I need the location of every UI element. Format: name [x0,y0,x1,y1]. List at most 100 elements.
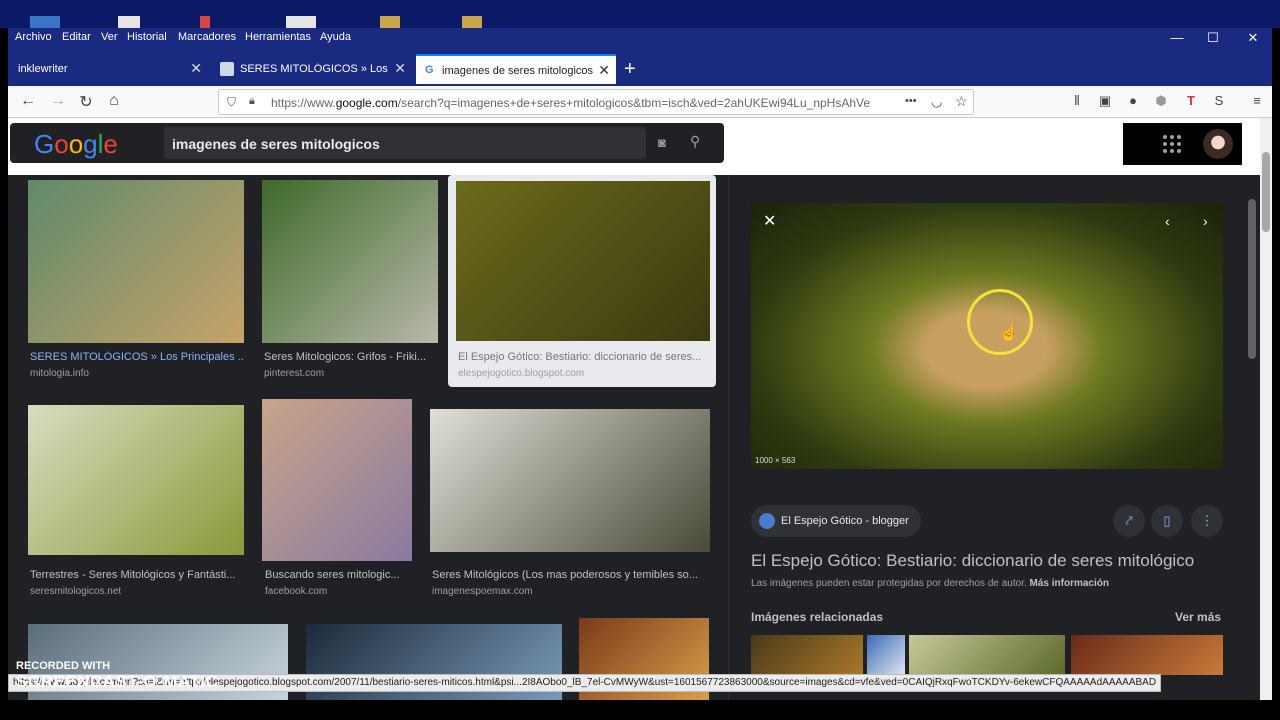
tab-label: inklewriter [18,63,68,75]
watermark-line1: RECORDED WITH [16,660,111,672]
apps-grid-icon[interactable] [1163,135,1181,153]
logo-letter: o [68,129,84,159]
google-logo[interactable]: Google [34,129,118,160]
account-icon[interactable]: ● [1124,93,1142,108]
result-image[interactable] [28,180,244,343]
menu-marcadores[interactable]: Marcadores [178,31,236,43]
page-actions-button[interactable]: ••• [905,95,917,107]
tab-close-icon[interactable]: ✕ [190,60,202,77]
cursor-highlight [967,289,1033,355]
logo-letter: o [54,129,69,159]
navigation-toolbar: ← → ↻ ⌂ ⛉ 🔒︎ https://www.google.com/sear… [8,86,1272,118]
tab-seres-mitologicos[interactable]: SERES MITOLÓGICOS » Los Principales ✕ [212,54,412,84]
result-source[interactable]: elespejogotico.blogspot.com [458,368,708,379]
menu-editar[interactable]: Editar [62,31,91,43]
result-source[interactable]: pinterest.com [264,368,438,379]
chevron-right-icon[interactable]: › [1203,213,1208,229]
menu-ayuda[interactable]: Ayuda [320,31,351,43]
home-button[interactable]: ⌂ [104,92,124,110]
pocket-icon[interactable]: ◡ [931,94,942,110]
search-icon[interactable]: ⚲ [690,133,700,150]
result-image[interactable] [28,405,244,555]
tab-bar: inklewriter ✕ SERES MITOLÓGICOS » Los Pr… [8,48,1272,86]
result-source[interactable]: mitologia.info [30,368,244,379]
globe-icon [759,513,775,529]
panel-scrollbar[interactable] [1248,199,1256,359]
result-title[interactable]: Seres Mitologicos: Grifos - Friki... [264,351,438,363]
library-icon[interactable]: ⫴ [1068,93,1086,109]
forward-button[interactable]: → [48,92,68,110]
related-image[interactable] [751,635,863,675]
google-favicon-icon: G [425,64,434,76]
share-button[interactable]: ⤤ [1113,505,1145,537]
recording-watermark: RECORDED WITH SCREENCAST-O-MATIC [16,660,218,692]
save-bookmark-button[interactable]: ▯ [1151,505,1183,537]
address-bar[interactable]: ⛉ 🔒︎ https://www.google.com/search?q=ima… [218,89,974,115]
extension-s-icon[interactable]: S [1210,93,1228,108]
chevron-left-icon[interactable]: ‹ [1165,213,1170,229]
result-image[interactable] [456,181,710,341]
source-site-chip[interactable]: El Espejo Gótico - blogger [751,505,921,537]
tab-close-icon[interactable]: ✕ [394,60,406,77]
related-image[interactable] [867,635,905,675]
menu-historial[interactable]: Historial [127,31,167,43]
hand-cursor-icon: ☝ [999,325,1019,342]
tab-google-images[interactable]: G imagenes de seres mitologicos ✕ [416,54,616,84]
related-image[interactable] [909,635,1065,675]
browser-window: Archivo Editar Ver Historial Marcadores … [8,28,1272,700]
image-preview-panel: 1000 × 563 ✕ ‹ › ☝ El Espejo Gótico - bl… [728,175,1260,700]
tab-inklewriter[interactable]: inklewriter ✕ [8,54,208,84]
camera-icon[interactable]: ◙ [658,135,666,150]
menu-archivo[interactable]: Archivo [15,31,52,43]
google-images-page: Google imagenes de seres mitologicos ◙ ⚲ [8,118,1260,700]
shield-icon[interactable]: ⛉ [227,95,236,110]
related-image[interactable] [1071,635,1223,675]
close-icon[interactable]: ✕ [763,211,776,231]
url-text: https://www.google.com/search?q=imagenes… [271,96,871,110]
tab-label: imagenes de seres mitologicos [442,65,594,77]
hamburger-menu-icon[interactable]: ≡ [1248,93,1266,108]
image-resolution: 1000 × 563 [755,456,796,465]
lock-icon[interactable]: 🔒︎ [249,95,255,108]
copyright-notice: Las imágenes pueden estar protegidas por… [751,578,1109,589]
extension-t-icon[interactable]: T [1182,93,1200,108]
minimize-button[interactable]: — [1167,30,1187,45]
page-scrollbar[interactable] [1260,118,1272,700]
site-name: El Espejo Gótico - blogger [781,515,909,527]
result-title[interactable]: El Espejo Gótico: Bestiario: diccionario… [458,351,708,363]
result-image[interactable] [262,180,438,343]
more-info-link[interactable]: Más información [1030,578,1109,589]
back-button[interactable]: ← [18,92,38,110]
bookmark-star-icon[interactable]: ☆ [955,93,968,110]
logo-letter: G [34,129,55,159]
reload-button[interactable]: ↻ [76,92,96,112]
menu-herramientas[interactable]: Herramientas [245,31,311,43]
tab-close-icon[interactable]: ✕ [598,62,610,79]
result-title[interactable]: Terrestres - Seres Mitológicos y Fantást… [30,569,244,581]
sidebar-icon[interactable]: ▣ [1096,93,1114,109]
more-options-button[interactable]: ⋮ [1191,505,1223,537]
see-more-link[interactable]: Ver más [1175,610,1221,624]
result-title[interactable]: Seres Mitológicos (Los mas poderosos y t… [432,569,708,581]
result-source[interactable]: imagenespoemax.com [432,586,708,597]
google-header: Google imagenes de seres mitologicos ◙ ⚲ [8,118,1260,175]
new-tab-button[interactable]: + [624,58,636,81]
columns-favicon-icon [220,62,234,76]
extension-shield-icon[interactable]: ⬢ [1152,93,1170,109]
maximize-button[interactable]: ☐ [1203,30,1223,46]
result-image[interactable] [262,399,412,561]
preview-title[interactable]: El Espejo Gótico: Bestiario: diccionario… [751,551,1194,571]
result-source[interactable]: facebook.com [265,586,415,597]
search-input[interactable]: imagenes de seres mitologicos [164,127,646,159]
avatar[interactable] [1203,129,1233,159]
result-image[interactable] [430,409,710,552]
menu-ver[interactable]: Ver [101,31,118,43]
result-title[interactable]: SERES MITOLÓGICOS » Los Principales ... [30,351,244,363]
result-title[interactable]: Buscando seres mitologic... [265,569,415,581]
logo-letter: g [83,129,98,159]
close-window-button[interactable]: ✕ [1243,30,1263,46]
result-source[interactable]: seresmitologicos.net [30,586,244,597]
image-results: SERES MITOLÓGICOS » Los Principales ... … [8,175,1260,700]
related-images-heading: Imágenes relacionadas [751,610,884,624]
scrollbar-thumb[interactable] [1262,152,1270,232]
